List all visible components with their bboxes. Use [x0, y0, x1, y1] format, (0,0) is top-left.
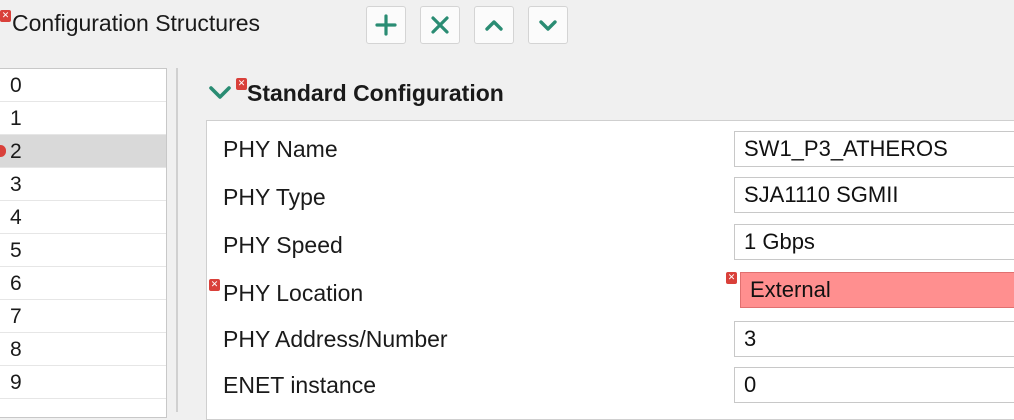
plus-icon [375, 14, 397, 36]
list-item[interactable]: 5 [0, 234, 166, 267]
panel-splitter[interactable] [176, 68, 178, 412]
phy-type-label: PHY Type [223, 184, 326, 210]
move-up-button[interactable] [474, 6, 514, 44]
enet-instance-label: ENET instance [223, 372, 376, 398]
add-button[interactable] [366, 6, 406, 44]
list-item-selected[interactable]: 2 [0, 135, 166, 168]
list-item[interactable]: 1 [0, 102, 166, 135]
chevron-up-icon [485, 20, 503, 31]
section-title: Standard Configuration [247, 80, 504, 106]
error-icon [0, 10, 11, 22]
phy-location-label: PHY Location [223, 280, 364, 306]
phy-speed-field[interactable]: 1 Gbps [734, 224, 1014, 260]
error-icon [726, 272, 737, 284]
structure-list[interactable]: 0 1 2 3 4 5 6 7 8 9 [0, 68, 167, 418]
list-item[interactable]: 9 [0, 366, 166, 399]
phy-speed-label: PHY Speed [223, 232, 343, 258]
collapse-chevron-icon[interactable] [208, 82, 232, 102]
list-item[interactable]: 8 [0, 333, 166, 366]
error-marker-icon [0, 145, 6, 157]
page-title: Configuration Structures [12, 10, 261, 36]
chevron-down-icon [539, 20, 557, 31]
phy-address-label: PHY Address/Number [223, 326, 448, 352]
list-item[interactable]: 7 [0, 300, 166, 333]
phy-name-field[interactable]: SW1_P3_ATHEROS [734, 131, 1014, 167]
list-item[interactable]: 4 [0, 201, 166, 234]
list-item[interactable]: 3 [0, 168, 166, 201]
remove-button[interactable] [420, 6, 460, 44]
phy-name-label: PHY Name [223, 136, 338, 162]
x-icon [431, 16, 449, 34]
phy-type-field[interactable]: SJA1110 SGMII [734, 177, 1014, 213]
move-down-button[interactable] [528, 6, 568, 44]
enet-instance-field[interactable]: 0 [734, 367, 1014, 403]
phy-address-field[interactable]: 3 [734, 321, 1014, 357]
phy-location-field[interactable]: External [740, 272, 1014, 308]
list-item[interactable]: 0 [0, 69, 166, 102]
error-icon [209, 279, 220, 291]
error-icon [236, 78, 247, 90]
list-item[interactable]: 6 [0, 267, 166, 300]
